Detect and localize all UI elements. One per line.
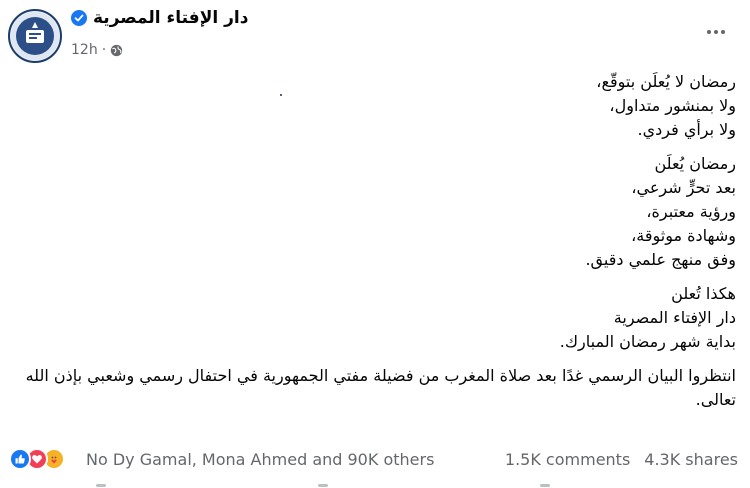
page-name-row: دار الإفتاء المصرية [71, 8, 248, 28]
post-line: رمضان لا يُعلَن بتوقّع، [596, 72, 736, 91]
post-line: ولا بمنشور متداول، [609, 96, 736, 115]
action-bar-mark [318, 484, 328, 487]
post-footer: No Dy Gamal, Mona Ahmed and 90K others 1… [0, 448, 750, 478]
post-paragraph: رمضان يُعلَن بعد تحرٍّ شرعي، ورؤية معتبر… [16, 152, 736, 272]
engagement-counts: 1.5K comments 4.3K shares [505, 450, 738, 469]
post-header: دار الإفتاء المصرية 12h · [0, 0, 750, 66]
post-line: دار الإفتاء المصرية [613, 308, 736, 327]
reaction-icons[interactable] [9, 448, 65, 470]
page-name[interactable]: دار الإفتاء المصرية [93, 8, 248, 28]
post-line: وشهادة موثوقة، [631, 226, 736, 245]
action-bar-edge [0, 482, 750, 488]
more-options-button[interactable] [703, 22, 729, 42]
post-line: بداية شهر رمضان المبارك. [559, 332, 736, 351]
shares-count[interactable]: 4.3K shares [644, 450, 738, 469]
post-line: وفق منهج علمي دقيق. [585, 250, 736, 269]
verified-badge-icon [71, 10, 87, 26]
post-text: رمضان لا يُعلَن بتوقّع، ولا بمنشور متداو… [16, 70, 736, 422]
post-line: هكذا تُعلن [671, 284, 736, 303]
post-paragraph: رمضان لا يُعلَن بتوقّع، ولا بمنشور متداو… [16, 70, 736, 142]
page-avatar[interactable] [8, 9, 62, 63]
comments-count[interactable]: 1.5K comments [505, 450, 630, 469]
action-bar-mark [540, 484, 550, 487]
post-line: انتظروا البيان الرسمي غدًا بعد صلاة المغ… [25, 366, 736, 409]
more-dot-icon [721, 30, 725, 34]
more-dot-icon [714, 30, 718, 34]
meta-separator: · [101, 42, 107, 58]
post-line: بعد تحرٍّ شرعي، [631, 178, 736, 197]
post-line: ورؤية معتبرة، [646, 202, 736, 221]
post-meta: 12h · [71, 42, 123, 58]
post-paragraph: هكذا تُعلن دار الإفتاء المصرية بداية شهر… [16, 282, 736, 354]
more-dot-icon [707, 30, 711, 34]
action-bar-mark [96, 484, 106, 487]
post-time[interactable]: 12h [71, 42, 98, 58]
reaction-summary[interactable]: No Dy Gamal, Mona Ahmed and 90K others [86, 450, 434, 469]
post-line: رمضان يُعلَن [654, 154, 736, 173]
post-line: ولا برأي فردي. [637, 120, 736, 139]
post-paragraph: انتظروا البيان الرسمي غدًا بعد صلاة المغ… [16, 364, 736, 412]
like-icon [9, 448, 31, 470]
globe-icon [110, 44, 123, 57]
